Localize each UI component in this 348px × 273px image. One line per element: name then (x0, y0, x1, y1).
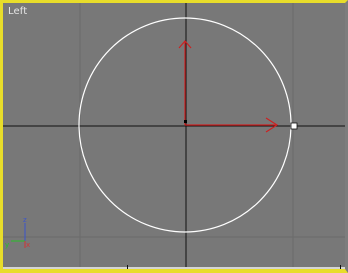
viewport-canvas[interactable]: z y x (3, 3, 345, 269)
time-tick (340, 265, 341, 269)
viewport-bottom-strip (3, 267, 345, 269)
svg-text:x: x (26, 241, 30, 249)
gizmo-x-arrow-icon[interactable] (185, 117, 279, 133)
svg-text:z: z (23, 216, 27, 224)
grid-lines (3, 3, 345, 269)
pivot-point (184, 120, 187, 123)
xyz-axis-triad-icon: z y x (5, 216, 30, 249)
time-tick (127, 265, 128, 269)
gizmo-y-arrow-icon[interactable] (178, 40, 192, 125)
vertex-grip-icon[interactable] (290, 122, 298, 130)
svg-text:y: y (5, 241, 9, 249)
viewport-left[interactable]: Left z y x (0, 0, 348, 273)
